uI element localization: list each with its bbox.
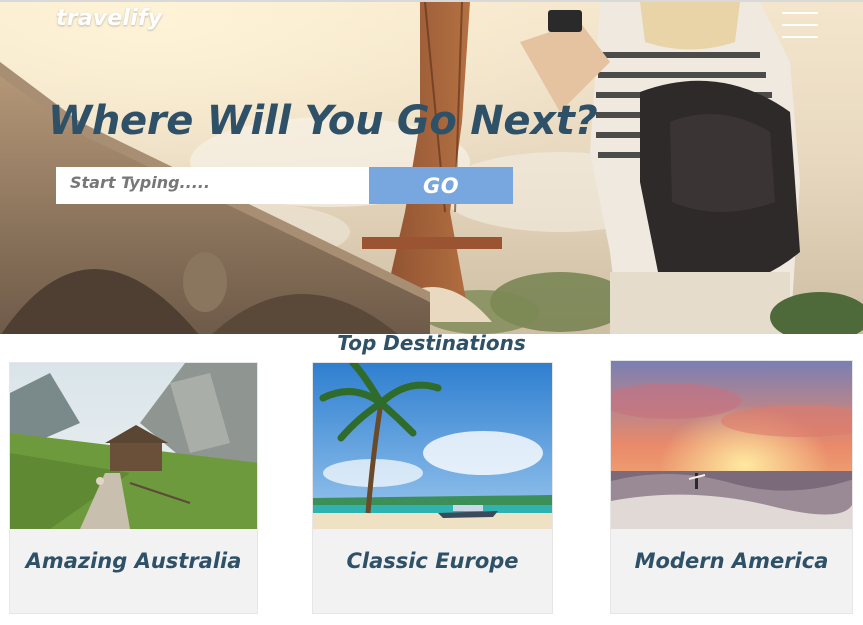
- destination-image-tropical-beach: [313, 363, 552, 529]
- menu-bar-bottom: [782, 36, 818, 38]
- destination-image-sunset-surf: [611, 361, 852, 529]
- site-logo[interactable]: travelify: [56, 6, 162, 31]
- hero-banner: travelify Where Will You Go Next? GO: [0, 0, 863, 334]
- go-button[interactable]: GO: [369, 167, 513, 204]
- destination-card-label: Modern America: [634, 549, 829, 573]
- destination-search-input[interactable]: [56, 167, 369, 204]
- hamburger-menu-icon[interactable]: [782, 12, 820, 38]
- destination-image-mountain-valley: [10, 363, 257, 529]
- menu-bar-top: [782, 12, 818, 14]
- destination-card-europe[interactable]: Classic Europe: [312, 362, 553, 614]
- section-title-top-destinations: Top Destinations: [337, 331, 526, 355]
- destination-card-america[interactable]: Modern America: [610, 360, 853, 614]
- destination-card-label: Classic Europe: [346, 549, 519, 573]
- destination-card-label: Amazing Australia: [25, 549, 242, 573]
- menu-bar-middle: [782, 24, 818, 26]
- destination-card-australia[interactable]: Amazing Australia: [9, 362, 258, 614]
- hero-headline: Where Will You Go Next?: [48, 98, 598, 144]
